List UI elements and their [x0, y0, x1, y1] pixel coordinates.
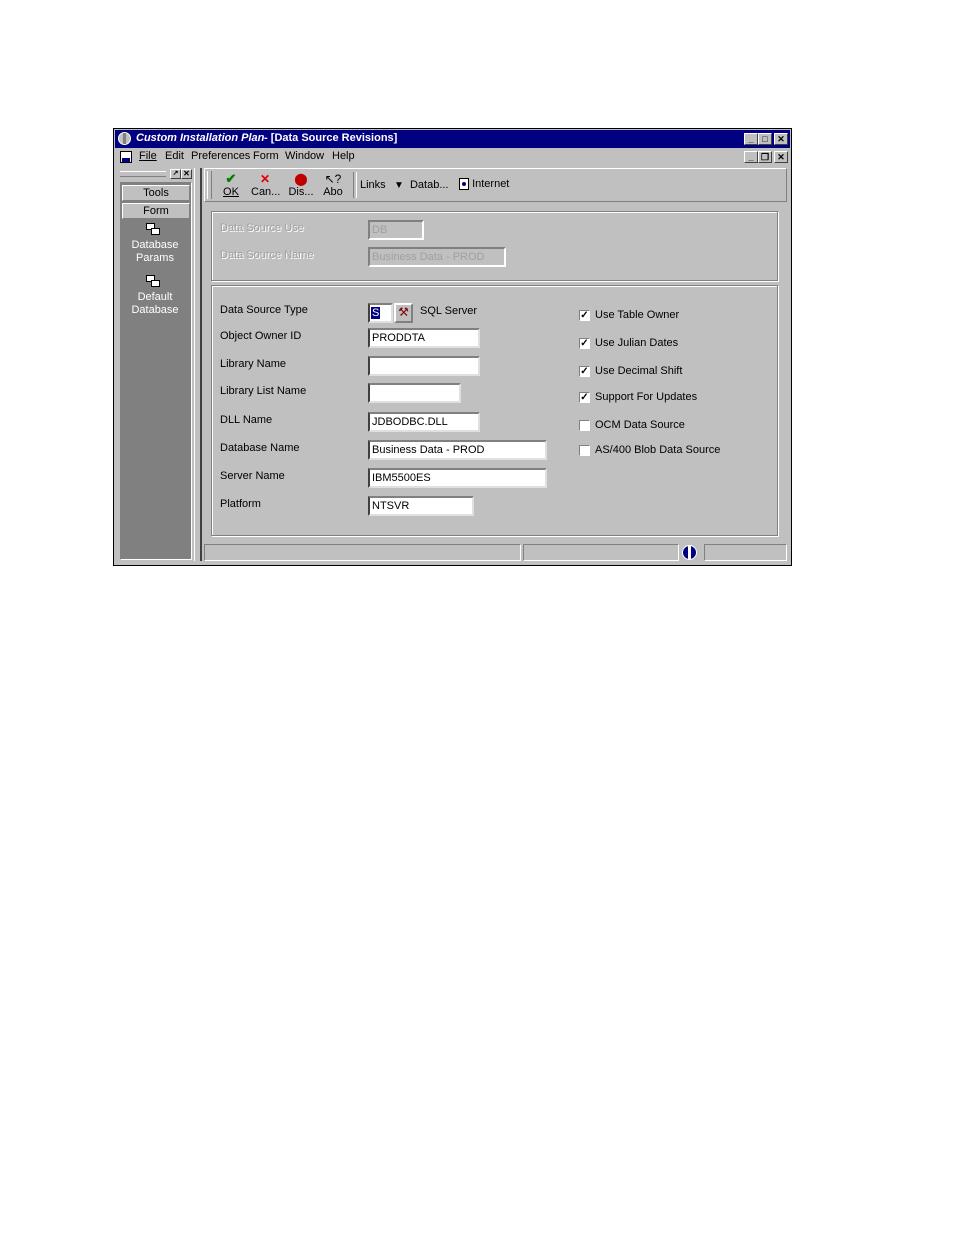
sidebar-close-button[interactable]: ✕	[181, 169, 192, 179]
object-owner-field[interactable]: PRODDTA	[368, 328, 480, 348]
tables-icon	[146, 223, 162, 237]
child-minimize-button[interactable]: _	[744, 151, 758, 163]
sidebar-item-label: Database	[131, 304, 179, 316]
window-title-form: - [Data Source Revisions]	[261, 132, 398, 144]
platform-label: Platform	[220, 498, 261, 510]
checkbox-label: Use Julian Dates	[595, 337, 679, 349]
database-name-field[interactable]: Business Data - PROD	[368, 440, 547, 460]
library-list-name-field[interactable]	[368, 383, 461, 403]
links-label: Links	[360, 179, 386, 191]
toolbar: ✔ OK ✕ Can... ⬤ Dis... ↖? Abo Links ▼ Da…	[204, 168, 787, 202]
display-icon: ⬤	[294, 172, 308, 186]
sidebar-form-button[interactable]: Form	[122, 203, 190, 219]
internet-link[interactable]: Internet	[459, 178, 509, 191]
sidebar-tools-button[interactable]: Tools	[122, 185, 190, 201]
data-source-type-description: SQL Server	[420, 305, 478, 317]
ok-button[interactable]: ✔ OK	[217, 171, 245, 199]
display-button[interactable]: ⬤ Dis...	[287, 172, 315, 198]
menu-bar: File Edit Preferences Form Window Help _…	[115, 148, 790, 166]
window-title-app: Custom Installation Plan	[136, 132, 265, 144]
menu-form[interactable]: Form	[253, 150, 279, 162]
sidebar-item-database-params[interactable]: Database Params	[122, 223, 188, 271]
dll-name-field[interactable]: JDBODBC.DLL	[368, 412, 480, 432]
checkbox-label: Use Table Owner	[595, 309, 680, 321]
pane-splitter[interactable]	[194, 168, 202, 561]
status-globe-icon	[682, 545, 697, 560]
dropdown-arrow-icon: ▼	[394, 180, 404, 191]
library-name-field[interactable]	[368, 356, 480, 376]
data-source-name-field: Business Data - PROD	[368, 247, 506, 267]
server-name-label: Server Name	[220, 470, 285, 482]
menu-file[interactable]: File	[139, 150, 157, 162]
data-source-type-label: Data Source Type	[220, 304, 308, 316]
sidebar-panel: ↗ ✕ Tools Form Database Params Default D…	[117, 168, 194, 561]
sidebar-list: Tools Form Database Params Default Datab…	[120, 182, 192, 560]
status-segment-secondary	[523, 544, 679, 561]
status-segment-main	[204, 544, 521, 561]
search-hammer-button[interactable]: ⚒	[394, 303, 413, 323]
title-bar[interactable]: Custom Installation Plan - [Data Source …	[115, 130, 790, 148]
platform-field[interactable]: NTSVR	[368, 496, 474, 516]
hammer-icon: ⚒	[398, 305, 409, 319]
toolbar-separator	[353, 172, 357, 198]
toolbar-grip[interactable]	[207, 171, 212, 199]
checkbox-box[interactable]	[579, 420, 590, 431]
about-button[interactable]: ↖? Abo	[319, 172, 347, 198]
checkbox-box[interactable]: ✓	[579, 310, 590, 321]
datab-link: Datab...	[409, 179, 449, 191]
cancel-button[interactable]: ✕ Can...	[251, 172, 280, 198]
checkbox-label: OCM Data Source	[595, 419, 685, 431]
checkbox-label: Support For Updates	[595, 391, 698, 403]
sidebar-item-label: Default	[137, 291, 173, 303]
checkbox-box[interactable]: ✓	[579, 392, 590, 403]
data-source-name-label: Data Source Name	[220, 249, 314, 261]
child-close-button[interactable]: ✕	[774, 151, 788, 163]
sidebar-pin-button[interactable]: ↗	[170, 169, 181, 179]
application-window: Custom Installation Plan - [Data Source …	[113, 128, 792, 566]
database-name-label: Database Name	[220, 442, 300, 454]
data-source-type-field[interactable]: S	[368, 303, 393, 323]
pointer-help-icon: ↖?	[324, 172, 342, 186]
menu-preferences[interactable]: Preferences	[191, 150, 250, 162]
checkbox-box[interactable]	[579, 445, 590, 456]
tables-icon	[146, 275, 162, 289]
checkbox-box[interactable]: ✓	[579, 338, 590, 349]
server-name-field[interactable]: IBM5500ES	[368, 468, 547, 488]
sidebar-item-default-database[interactable]: Default Database	[122, 275, 188, 323]
sidebar-item-label: Params	[136, 252, 174, 264]
data-source-use-label: Data Source Use	[220, 222, 304, 234]
maximize-button[interactable]: □	[758, 133, 772, 145]
globe-icon	[118, 132, 131, 145]
header-group: Data Source Use DB Data Source Name Busi…	[211, 211, 778, 281]
library-name-label: Library Name	[220, 358, 287, 370]
document-icon	[120, 151, 132, 163]
checkmark-icon: ✔	[225, 171, 237, 186]
data-source-use-field: DB	[368, 220, 424, 240]
menu-edit[interactable]: Edit	[165, 150, 184, 162]
object-owner-label: Object Owner ID	[220, 330, 302, 342]
checkbox-label: Use Decimal Shift	[595, 365, 683, 377]
sidebar-grip[interactable]	[120, 171, 166, 177]
checkbox-label: AS/400 Blob Data Source	[595, 444, 721, 456]
dll-name-label: DLL Name	[220, 414, 273, 426]
close-button[interactable]: ✕	[774, 133, 788, 145]
library-list-name-label: Library List Name	[220, 385, 307, 397]
child-restore-button[interactable]: ❐	[758, 151, 772, 163]
menu-help[interactable]: Help	[332, 150, 355, 162]
red-x-icon: ✕	[259, 172, 271, 186]
menu-window[interactable]: Window	[285, 150, 324, 162]
status-segment-end	[704, 544, 787, 561]
minimize-button[interactable]: _	[744, 133, 758, 145]
checkbox-box[interactable]: ✓	[579, 366, 590, 377]
sidebar-item-label: Database	[131, 239, 179, 251]
detail-group: Data Source Type S ⚒ SQL Server Object O…	[211, 285, 778, 536]
internet-doc-icon	[459, 178, 469, 191]
